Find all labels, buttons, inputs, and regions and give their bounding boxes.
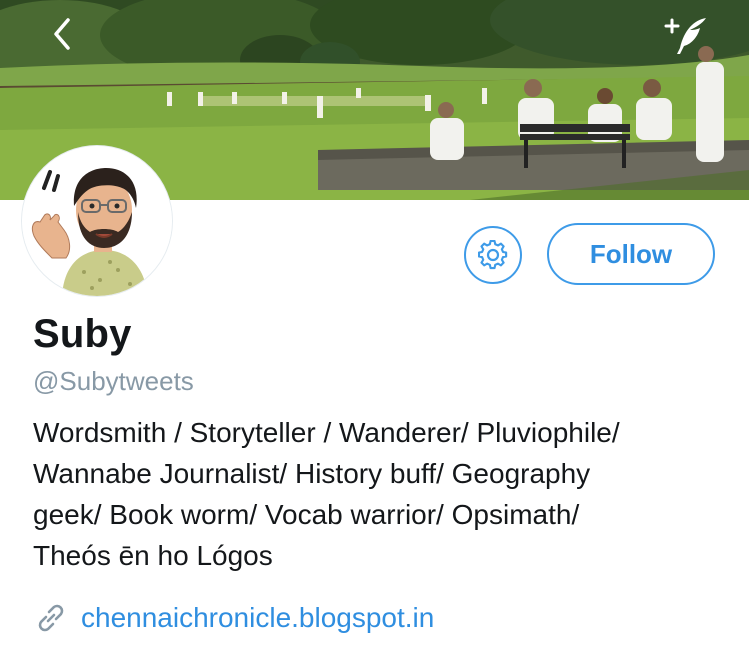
profile-website-link[interactable]: chennaichronicle.blogspot.in xyxy=(81,602,434,634)
settings-button[interactable] xyxy=(464,226,522,284)
profile-handle: @Subytweets xyxy=(33,366,194,396)
bio-line: Wordsmith / Storyteller / Wanderer/ Pluv… xyxy=(33,417,620,448)
back-button[interactable] xyxy=(40,12,84,56)
bio-line: Theós ēn ho Lógos xyxy=(33,540,273,571)
profile-bio: Wordsmith / Storyteller / Wanderer/ Pluv… xyxy=(33,412,723,576)
quill-plus-icon xyxy=(664,18,706,54)
compose-tweet-button[interactable] xyxy=(660,12,712,58)
profile-website-row: chennaichronicle.blogspot.in xyxy=(33,598,434,638)
profile-name: Suby xyxy=(33,312,132,356)
bio-line: Wannabe Journalist/ History buff/ Geogra… xyxy=(33,458,591,489)
gear-icon xyxy=(478,240,508,270)
profile-avatar[interactable] xyxy=(22,146,172,296)
follow-button[interactable]: Follow xyxy=(547,223,715,285)
link-icon xyxy=(38,604,64,632)
bio-line: geek/ Book worm/ Vocab warrior/ Opsimath… xyxy=(33,499,580,530)
chevron-left-icon xyxy=(54,18,70,50)
